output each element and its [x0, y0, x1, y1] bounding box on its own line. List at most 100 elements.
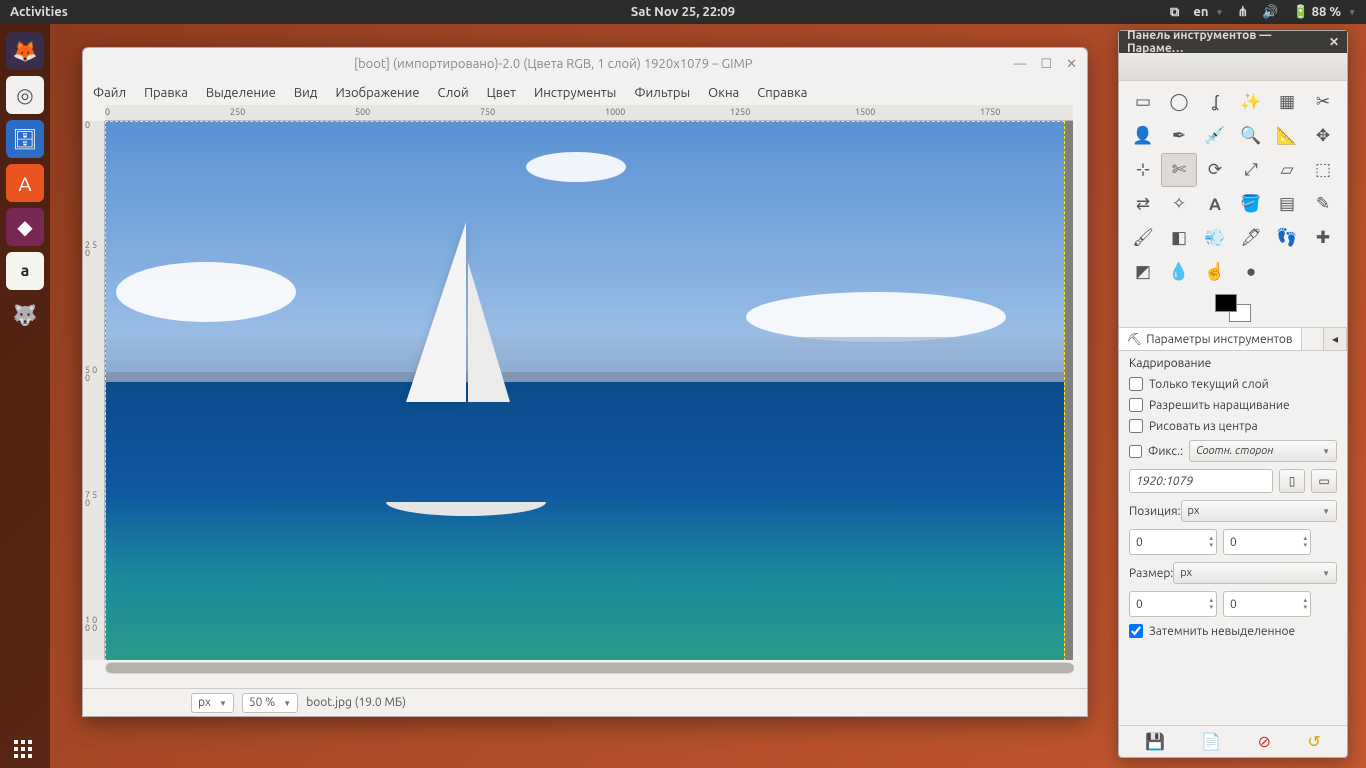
launcher-files-icon[interactable]: 🗄 [6, 120, 44, 158]
tool-scale-icon[interactable]: ⤢ [1233, 153, 1269, 187]
tool-heal-icon[interactable]: ✚ [1305, 221, 1341, 255]
foreground-color-icon[interactable] [1215, 294, 1237, 312]
tab-tool-options[interactable]: ⛏ Параметры инструментов [1119, 328, 1302, 350]
wifi-icon[interactable]: ⋔ [1237, 5, 1248, 20]
dropbox-icon[interactable]: ⧉ [1170, 5, 1179, 20]
menu-color[interactable]: Цвет [487, 86, 516, 100]
checkbox[interactable] [1129, 419, 1143, 433]
ruler-vertical[interactable]: 0 2 5 0 5 0 0 7 5 0 1 0 0 0 [83, 121, 105, 660]
opt-only-layer[interactable]: Только текущий слой [1129, 377, 1337, 391]
tool-crop-icon[interactable]: ✄ [1161, 153, 1197, 187]
menu-image[interactable]: Изображение [335, 86, 419, 100]
menu-edit[interactable]: Правка [144, 86, 188, 100]
image-canvas[interactable] [105, 121, 1073, 660]
tool-perspective-clone-icon[interactable]: ◩ [1125, 255, 1161, 289]
tool-clone-icon[interactable]: 👣 [1269, 221, 1305, 255]
ruler-horizontal[interactable]: 0 250 500 750 1000 1250 1500 1750 [105, 105, 1073, 121]
launcher-firefox-icon[interactable]: 🦊 [6, 32, 44, 70]
position-x-input[interactable]: 0 [1129, 529, 1217, 555]
tab-config-icon[interactable]: ◂ [1323, 328, 1347, 350]
tool-blend-icon[interactable]: ▤ [1269, 187, 1305, 221]
tool-ink-icon[interactable]: 🖋 [1233, 221, 1269, 255]
clock[interactable]: Sat Nov 25, 22:09 [631, 5, 735, 19]
landscape-icon[interactable]: ▭ [1311, 469, 1337, 493]
checkbox[interactable] [1129, 398, 1143, 412]
tool-pencil-icon[interactable]: ✎ [1305, 187, 1341, 221]
maximize-icon[interactable]: ☐ [1040, 57, 1052, 72]
tool-airbrush-icon[interactable]: 💨 [1197, 221, 1233, 255]
checkbox[interactable] [1129, 624, 1143, 638]
menu-help[interactable]: Справка [757, 86, 807, 100]
horizontal-scrollbar[interactable] [105, 662, 1073, 674]
opt-from-center[interactable]: Рисовать из центра [1129, 419, 1337, 433]
opt-ratio-input[interactable]: 1920:1079 [1129, 469, 1273, 493]
tool-dodge-icon[interactable]: ● [1233, 255, 1269, 289]
toolbox-titlebar[interactable]: Панель инструментов — Параме… ✕ [1119, 31, 1347, 53]
tool-eraser-icon[interactable]: ◧ [1161, 221, 1197, 255]
tool-flip-icon[interactable]: ⇄ [1125, 187, 1161, 221]
reset-preset-icon[interactable]: ↺ [1307, 732, 1320, 751]
restore-preset-icon[interactable]: 📄 [1201, 732, 1221, 751]
menu-filters[interactable]: Фильтры [634, 86, 690, 100]
tool-shear-icon[interactable]: ▱ [1269, 153, 1305, 187]
menu-windows[interactable]: Окна [708, 86, 739, 100]
tool-color-picker-icon[interactable]: 💉 [1197, 119, 1233, 153]
volume-icon[interactable]: 🔊 [1262, 5, 1278, 20]
size-unit-select[interactable]: px [1173, 562, 1337, 584]
tool-text-icon[interactable]: A [1197, 187, 1233, 221]
size-h-input[interactable]: 0 [1223, 591, 1311, 617]
close-icon[interactable]: ✕ [1066, 57, 1077, 72]
minimize-icon[interactable]: — [1013, 57, 1026, 72]
tool-cage-icon[interactable]: ✧ [1161, 187, 1197, 221]
language-indicator[interactable]: en [1193, 5, 1223, 19]
tool-measure-icon[interactable]: 📐 [1269, 119, 1305, 153]
tool-paths-icon[interactable]: ✒ [1161, 119, 1197, 153]
tool-ellipse-select-icon[interactable]: ◯ [1161, 85, 1197, 119]
delete-preset-icon[interactable]: ⊘ [1258, 732, 1271, 751]
menu-file[interactable]: Файл [93, 86, 126, 100]
launcher-software-icon[interactable]: A [6, 164, 44, 202]
show-applications-icon[interactable] [14, 740, 32, 758]
tool-blur-icon[interactable]: 💧 [1161, 255, 1197, 289]
launcher-camera-icon[interactable]: ◎ [6, 76, 44, 114]
menu-view[interactable]: Вид [294, 86, 318, 100]
portrait-icon[interactable]: ▯ [1279, 469, 1305, 493]
tool-brush-icon[interactable]: 🖌 [1125, 221, 1161, 255]
tool-foreground-icon[interactable]: 👤 [1125, 119, 1161, 153]
activities-button[interactable]: Activities [10, 5, 68, 19]
tool-perspective-icon[interactable]: ⬚ [1305, 153, 1341, 187]
opt-fixed-checkbox[interactable] [1129, 445, 1142, 458]
launcher-purple-icon[interactable]: ◆ [6, 208, 44, 246]
position-unit-select[interactable]: px [1181, 500, 1337, 522]
tool-rotate-icon[interactable]: ⟳ [1197, 153, 1233, 187]
window-titlebar[interactable]: [boot] (импортировано)-2.0 (Цвета RGB, 1… [83, 48, 1087, 80]
tool-smudge-icon[interactable]: ☝ [1197, 255, 1233, 289]
position-y-input[interactable]: 0 [1223, 529, 1311, 555]
status-unit-select[interactable]: px [191, 693, 234, 713]
toolbox-close-icon[interactable]: ✕ [1329, 35, 1339, 49]
tool-scissors-icon[interactable]: ✂ [1305, 85, 1341, 119]
image-content [105, 121, 1065, 660]
tool-by-color-icon[interactable]: ▦ [1269, 85, 1305, 119]
menu-select[interactable]: Выделение [206, 86, 276, 100]
battery-indicator[interactable]: 🔋88 % [1292, 5, 1356, 20]
tool-fuzzy-select-icon[interactable]: ✨ [1233, 85, 1269, 119]
menu-layer[interactable]: Слой [438, 86, 469, 100]
tool-move-icon[interactable]: ✥ [1305, 119, 1341, 153]
checkbox[interactable] [1129, 377, 1143, 391]
tool-zoom-icon[interactable]: 🔍 [1233, 119, 1269, 153]
tool-rect-select-icon[interactable]: ▭ [1125, 85, 1161, 119]
launcher-gimp-icon[interactable]: 🐺 [6, 296, 44, 334]
tool-bucket-icon[interactable]: 🪣 [1233, 187, 1269, 221]
tool-free-select-icon[interactable]: ʆ [1197, 85, 1233, 119]
opt-allow-grow[interactable]: Разрешить наращивание [1129, 398, 1337, 412]
launcher-amazon-icon[interactable]: a [6, 252, 44, 290]
save-preset-icon[interactable]: 💾 [1145, 732, 1165, 751]
size-w-input[interactable]: 0 [1129, 591, 1217, 617]
color-swatch[interactable] [1119, 293, 1347, 327]
menu-tools[interactable]: Инструменты [534, 86, 616, 100]
opt-fixed-mode-select[interactable]: Соотн. сторон [1189, 440, 1337, 462]
status-zoom-select[interactable]: 50 % [242, 693, 298, 713]
opt-darken[interactable]: Затемнить невыделенное [1129, 624, 1337, 638]
tool-align-icon[interactable]: ⊹ [1125, 153, 1161, 187]
